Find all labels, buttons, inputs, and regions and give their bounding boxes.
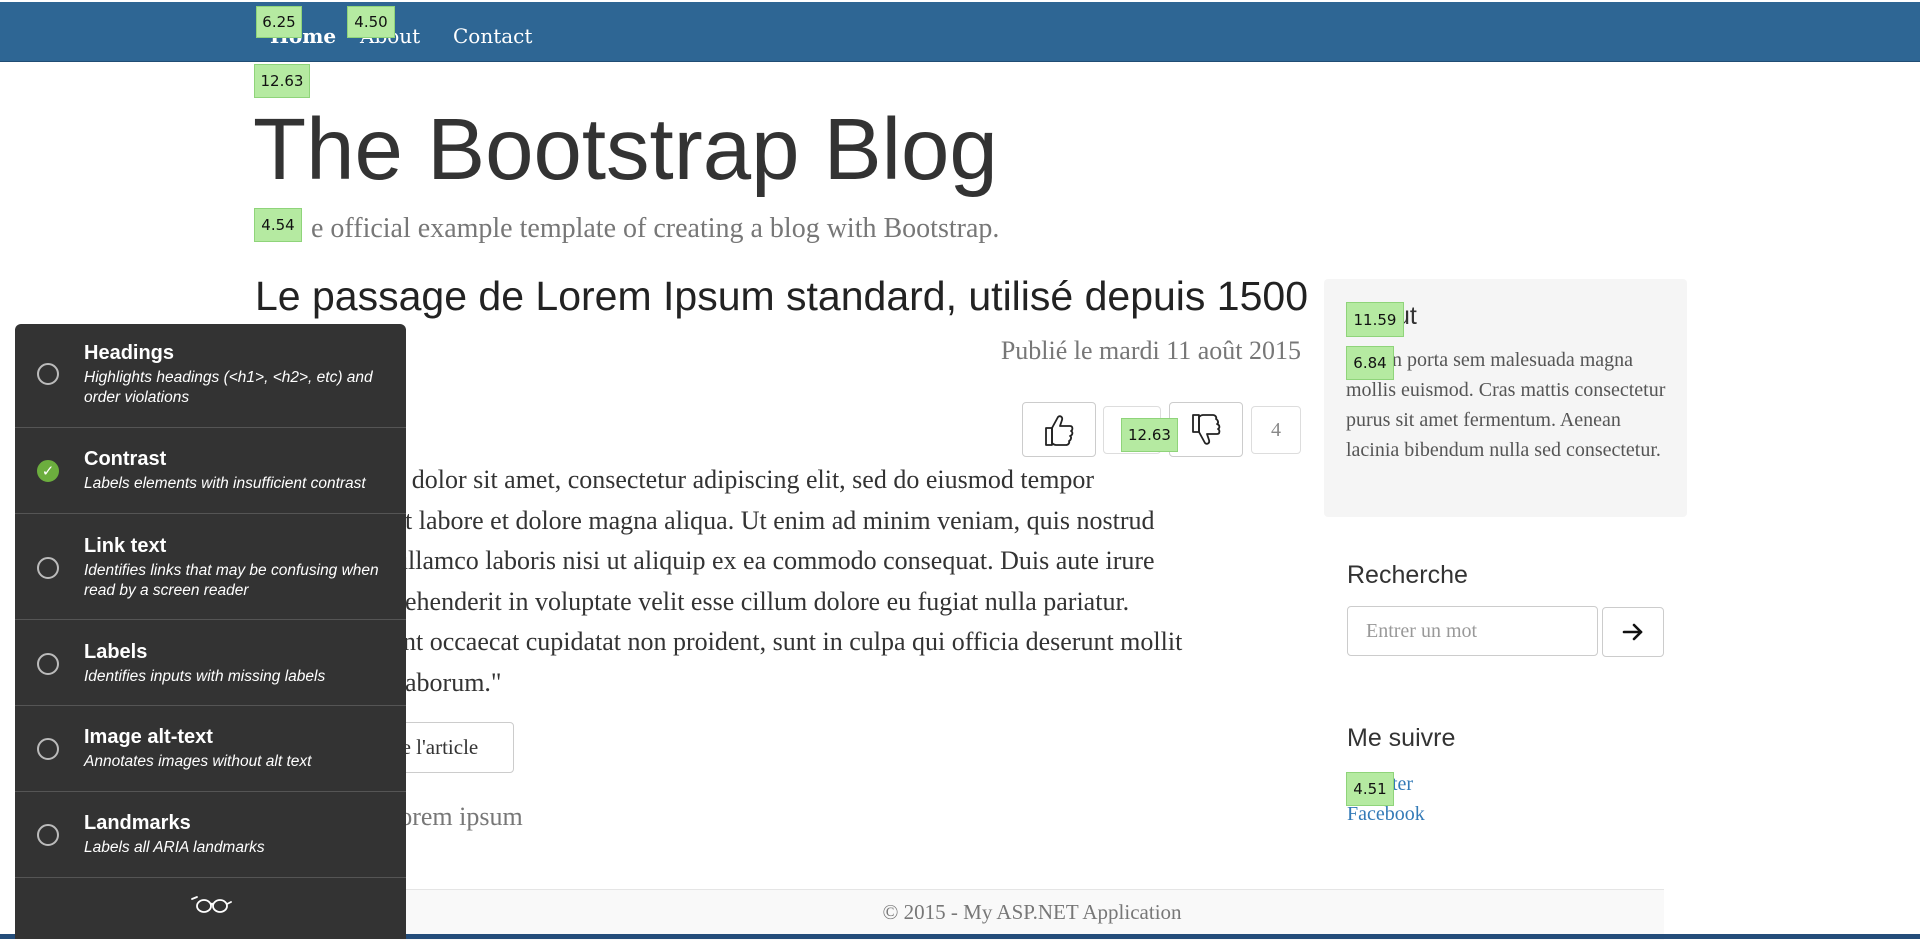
radio-unchecked-icon[interactable] [37, 738, 59, 760]
like-button[interactable] [1022, 402, 1096, 457]
a11y-option-landmarks[interactable]: Landmarks Labels all ARIA landmarks [15, 792, 406, 878]
contrast-badge: 6.84 [1346, 346, 1394, 380]
footer-text: © 2015 - My ASP.NET Application [882, 900, 1182, 924]
contrast-badge: 11.59 [1346, 302, 1404, 337]
a11y-option-title: Image alt-text [84, 726, 213, 748]
contrast-badge: 4.50 [347, 6, 395, 38]
post-body-line: ehenderit in voluptate velit esse cillum… [405, 586, 1130, 616]
post-body: m dolor sit amet, consectetur adipiscing… [255, 460, 1305, 703]
nav-link-contact[interactable]: Contact [453, 24, 532, 48]
contrast-badge: 12.63 [1121, 418, 1178, 452]
contrast-badge: 4.51 [1346, 772, 1394, 806]
post-body-line: t labore et dolore magna aliqua. Ut enim… [405, 505, 1155, 535]
a11y-option-description: Identifies inputs with missing labels [84, 668, 326, 685]
search-title: Recherche [1347, 561, 1468, 589]
a11y-option-description: Highlights headings (<h1>, <h2>, etc) an… [84, 369, 373, 406]
a11y-option-description: Annotates images without alt text [84, 753, 312, 770]
radio-unchecked-icon[interactable] [37, 363, 59, 385]
contrast-badge: 4.54 [254, 208, 302, 242]
search-input[interactable] [1347, 606, 1598, 656]
a11y-option-title: Contrast [84, 448, 167, 470]
contrast-badge: 6.25 [256, 6, 302, 38]
a11y-tools-panel: Headings Highlights headings (<h1>, <h2>… [15, 324, 406, 939]
a11y-option-title: Landmarks [84, 812, 191, 834]
page-footer: © 2015 - My ASP.NET Application [400, 889, 1664, 940]
post-body-line: aborum." [405, 667, 502, 697]
dislike-count: 4 [1251, 406, 1301, 454]
a11y-option-headings[interactable]: Headings Highlights headings (<h1>, <h2>… [15, 324, 406, 428]
a11y-option-link-text[interactable]: Link text Identifies links that may be c… [15, 514, 406, 620]
a11y-option-image-alt-text[interactable]: Image alt-text Annotates images without … [15, 706, 406, 792]
blog-title: The Bootstrap Blog [253, 101, 998, 198]
a11y-option-labels[interactable]: Labels Identifies inputs with missing la… [15, 620, 406, 706]
follow-title: Me suivre [1347, 724, 1456, 752]
a11y-option-description: Labels all ARIA landmarks [84, 839, 265, 856]
post-title: Le passage de Lorem Ipsum standard, util… [255, 273, 1309, 319]
dislike-button[interactable] [1169, 402, 1243, 457]
post-body-line: m dolor sit amet, consectetur adipiscing… [385, 465, 1095, 494]
thumbs-down-icon [1192, 413, 1221, 445]
a11y-option-description: Identifies links that may be confusing w… [84, 562, 379, 599]
a11y-option-title: Link text [84, 535, 167, 557]
radio-unchecked-icon[interactable] [37, 824, 59, 846]
thumbs-up-icon [1045, 414, 1074, 446]
twitter-link[interactable]: ter [1392, 773, 1413, 796]
a11y-option-contrast[interactable]: ✓ Contrast Labels elements with insuffic… [15, 428, 406, 514]
post-body-line: ullamco laboris nisi ut aliquip ex ea co… [395, 546, 1155, 575]
checkmark-icon[interactable]: ✓ [37, 460, 59, 482]
contrast-badge: 12.63 [254, 64, 310, 98]
post-date: Publié le mardi 11 août 2015 [1000, 336, 1301, 365]
search-button[interactable] [1602, 607, 1664, 657]
glasses-icon[interactable] [190, 893, 232, 917]
facebook-link[interactable]: Facebook [1347, 803, 1425, 826]
radio-unchecked-icon[interactable] [37, 557, 59, 579]
a11y-option-title: Headings [84, 342, 175, 364]
blog-description: e official example template of creating … [311, 213, 1000, 244]
post-body-line: nt occaecat cupidatat non proident, sunt… [403, 627, 1183, 656]
arrow-right-icon [1622, 623, 1643, 641]
next-post-link[interactable]: lorem ipsum [392, 802, 523, 832]
about-text: n porta sem malesuada magna mollis euism… [1346, 349, 1666, 461]
a11y-option-description: Labels elements with insufficient contra… [84, 475, 366, 492]
a11y-option-title: Labels [84, 641, 148, 663]
radio-unchecked-icon[interactable] [37, 653, 59, 675]
